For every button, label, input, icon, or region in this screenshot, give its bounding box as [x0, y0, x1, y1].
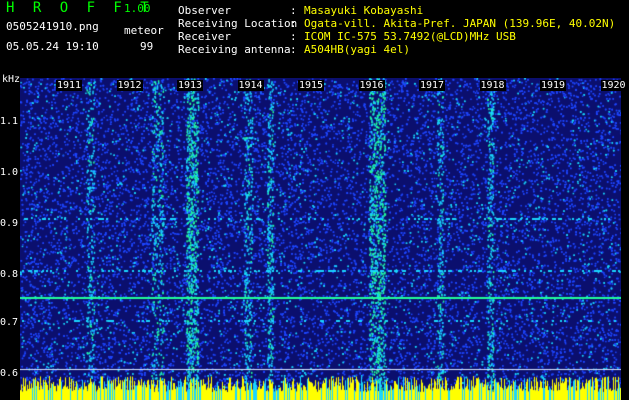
app-version: 1.00: [124, 2, 151, 15]
x-tick-label: 1918: [479, 80, 506, 91]
location-value: Ogata-vill. Akita-Pref. JAPAN (139.96E, …: [304, 17, 616, 30]
y-tick-label: 1.0: [0, 167, 19, 178]
x-tick-label: 1912: [116, 80, 143, 91]
x-tick-label: 1916: [358, 80, 385, 91]
observer-label: Observer: [178, 4, 231, 17]
x-tick-label: 1917: [419, 80, 446, 91]
antenna-value: A504HB(yagi 4el): [304, 43, 410, 56]
y-tick-label: 0.7: [0, 317, 19, 328]
separator: :: [290, 30, 297, 43]
receiver-value: ICOM IC-575 53.7492(@LCD)MHz USB: [304, 30, 516, 43]
x-tick-label: 1915: [298, 80, 325, 91]
x-tick-label: 1913: [177, 80, 204, 91]
spectrogram-canvas[interactable]: [20, 78, 621, 400]
mode-label: meteor: [124, 24, 164, 37]
header-panel: H R O F F T 1.00 0505241910.png meteor 0…: [0, 0, 629, 74]
separator: :: [290, 43, 297, 56]
station-info: Observer : Masayuki Kobayashi Receiving …: [178, 4, 615, 56]
location-row: Receiving Location : Ogata-vill. Akita-P…: [178, 17, 615, 30]
antenna-row: Receiving antenna : A504HB(yagi 4el): [178, 43, 615, 56]
observer-row: Observer : Masayuki Kobayashi: [178, 4, 615, 17]
receiver-label: Receiver: [178, 30, 231, 43]
observer-value: Masayuki Kobayashi: [304, 4, 424, 17]
y-tick-label: 0.9: [0, 218, 19, 229]
separator: :: [290, 17, 297, 30]
location-label: Receiving Location: [178, 17, 298, 30]
datetime: 05.05.24 19:10: [6, 40, 99, 53]
x-tick-label: 1920: [600, 80, 627, 91]
y-axis-unit: kHz: [2, 74, 21, 85]
x-tick-label: 1919: [540, 80, 567, 91]
receiver-row: Receiver : ICOM IC-575 53.7492(@LCD)MHz …: [178, 30, 615, 43]
y-tick-label: 0.6: [0, 368, 19, 379]
detection-count: 99: [140, 40, 154, 53]
spectrogram-plot[interactable]: [20, 78, 621, 400]
y-tick-label: 1.1: [0, 116, 19, 127]
x-tick-label: 1911: [56, 80, 83, 91]
y-tick-label: 0.8: [0, 269, 19, 280]
x-tick-label: 1914: [237, 80, 264, 91]
file-name: 0505241910.png: [6, 20, 99, 33]
separator: :: [290, 4, 297, 17]
antenna-label: Receiving antenna: [178, 43, 291, 56]
